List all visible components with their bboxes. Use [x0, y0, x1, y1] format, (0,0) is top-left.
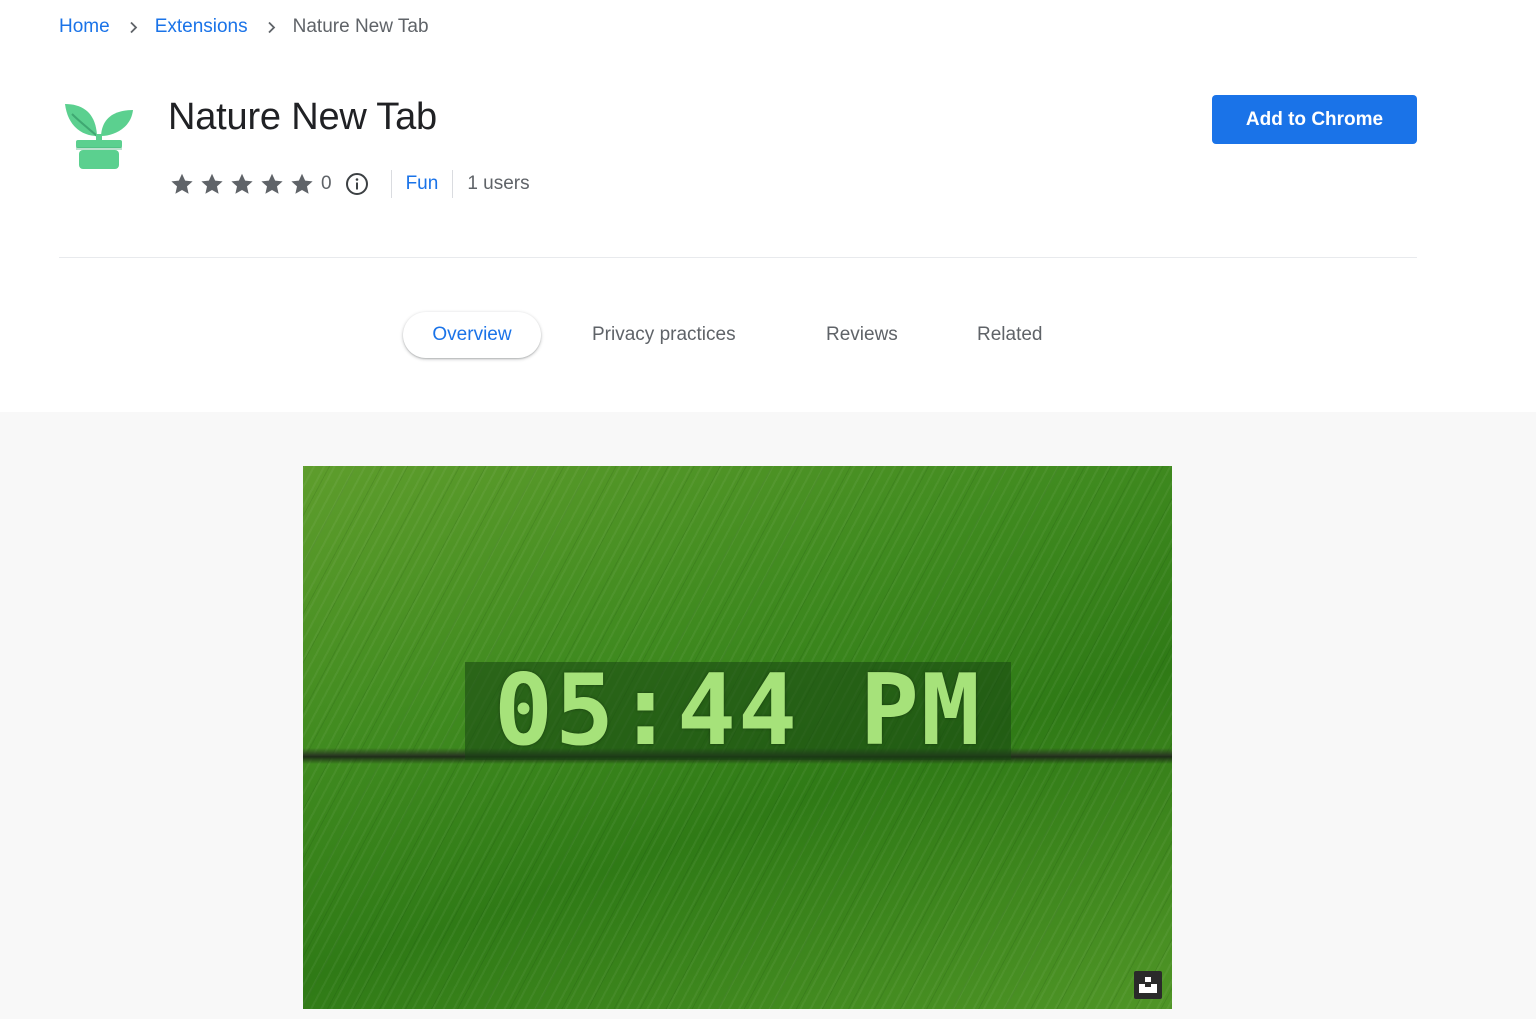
breadcrumb-extensions-link[interactable]: Extensions [155, 16, 248, 38]
tab-related[interactable]: Related [977, 312, 1043, 358]
clock-time: 05:44 PM [493, 654, 982, 768]
plant-pot-icon [62, 98, 136, 174]
screenshot-image[interactable]: 05:44 PM [303, 466, 1172, 1009]
star-icon [291, 173, 313, 194]
category-link[interactable]: Fun [406, 173, 439, 195]
add-to-chrome-button[interactable]: Add to Chrome [1212, 95, 1417, 144]
chevron-right-icon [127, 21, 140, 34]
header-divider [59, 257, 1417, 258]
extension-page: Home Extensions Nature New Tab Nature Ne… [0, 0, 1536, 1019]
tab-reviews[interactable]: Reviews [826, 312, 898, 358]
star-icon [171, 173, 193, 194]
tab-overview[interactable]: Overview [403, 312, 541, 358]
breadcrumb-current: Nature New Tab [292, 16, 429, 37]
unsplash-icon[interactable] [1134, 971, 1162, 999]
star-icon [261, 173, 283, 194]
info-icon[interactable] [345, 172, 369, 196]
star-rating [169, 171, 315, 197]
user-count: 1 users [467, 173, 530, 194]
chevron-right-icon [265, 21, 278, 34]
screenshot-gallery: 05:44 PM [0, 412, 1536, 1019]
separator [452, 170, 454, 198]
breadcrumb: Home Extensions Nature New Tab [59, 14, 429, 40]
breadcrumb-home-link[interactable]: Home [59, 16, 110, 38]
separator [390, 170, 392, 198]
tab-bar: Overview Privacy practices Reviews Relat… [0, 312, 1536, 358]
extension-meta: 0 Fun 1 users [169, 168, 530, 200]
star-icon [201, 173, 223, 194]
rating-count: 0 [321, 173, 332, 194]
star-icon [231, 173, 253, 194]
clock-display: 05:44 PM [465, 662, 1011, 760]
tab-privacy-practices[interactable]: Privacy practices [592, 312, 736, 358]
extension-title: Nature New Tab [168, 96, 437, 138]
